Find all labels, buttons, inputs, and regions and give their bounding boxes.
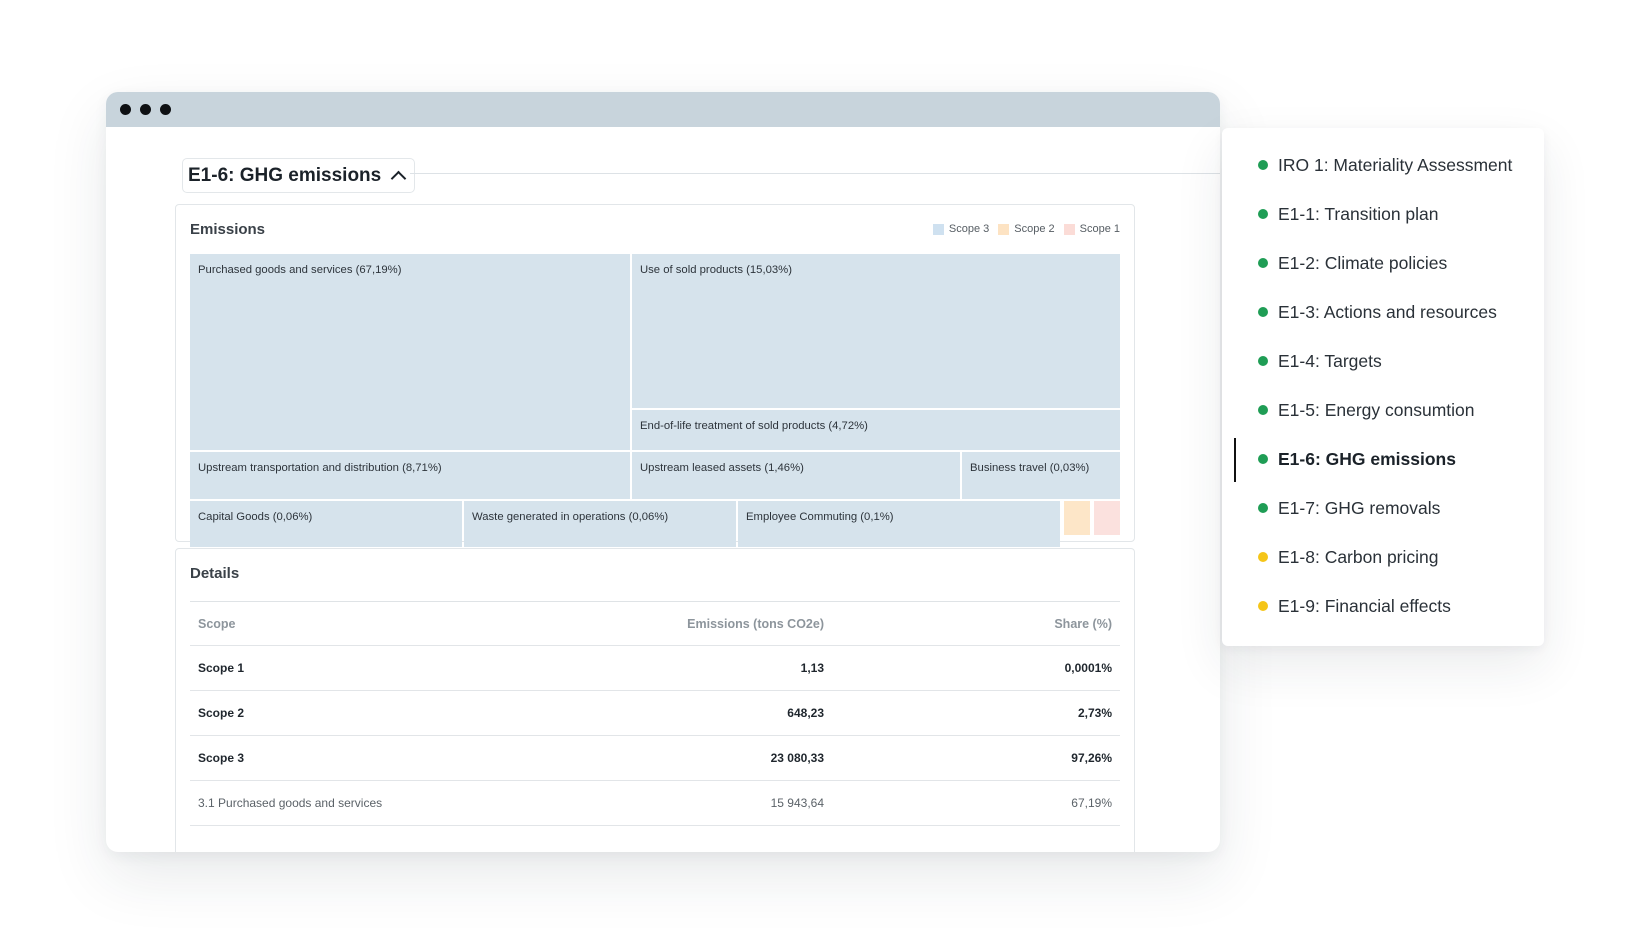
status-dot-icon: [1258, 209, 1268, 219]
treemap-cell-waste-generated[interactable]: Waste generated in operations (0,06%): [464, 501, 736, 547]
status-dot-icon: [1258, 552, 1268, 562]
section-divider: [410, 173, 1220, 174]
legend-swatch-scope-2: [998, 223, 1010, 235]
nav-item-label: E1-4: Targets: [1278, 350, 1382, 371]
treemap-cell-label: Waste generated in operations (0,06%): [472, 511, 669, 523]
chevron-up-icon: [390, 170, 407, 187]
treemap-cell-label: Use of sold products (15,03%): [640, 264, 792, 276]
table-cell-emissions: 648,23: [787, 706, 824, 720]
nav-item-label: E1-6: GHG emissions: [1278, 448, 1456, 469]
nav-item-e1-8[interactable]: E1-8: Carbon pricing: [1258, 542, 1439, 572]
column-header-emissions[interactable]: Emissions (tons CO2e): [610, 602, 824, 645]
treemap-cell-label: End-of-life treatment of sold products (…: [640, 420, 868, 432]
details-table: Scope Emissions (tons CO2e) Share (%) Sc…: [190, 601, 1120, 826]
table-row[interactable]: Scope 3 23 080,33 97,26%: [190, 736, 1120, 781]
emissions-legend: Scope 3 Scope 2 Scope 1: [932, 223, 1120, 235]
status-dot-icon: [1258, 601, 1268, 611]
treemap-cell-label: Employee Commuting (0,1%): [746, 511, 894, 523]
window-titlebar: [106, 92, 1220, 127]
treemap-cell-purchased-goods[interactable]: Purchased goods and services (67,19%): [190, 254, 630, 450]
nav-item-label: IRO 1: Materiality Assessment: [1278, 154, 1513, 175]
treemap-cell-label: Capital Goods (0,06%): [198, 511, 313, 523]
treemap-cell-use-of-sold-products[interactable]: Use of sold products (15,03%): [632, 254, 1120, 408]
nav-item-e1-1[interactable]: E1-1: Transition plan: [1258, 199, 1439, 229]
treemap-cell-end-of-life[interactable]: End-of-life treatment of sold products (…: [632, 410, 1120, 450]
window-minimize-dot[interactable]: [140, 104, 151, 115]
nav-item-label: E1-7: GHG removals: [1278, 497, 1441, 518]
emissions-card: Emissions Scope 3 Scope 2 Scope 1 Purcha…: [175, 204, 1135, 547]
nav-item-label: E1-5: Energy consumtion: [1278, 399, 1475, 420]
status-dot-icon: [1258, 503, 1268, 513]
treemap-cell-employee-commuting[interactable]: Employee Commuting (0,1%): [738, 501, 1060, 547]
nav-item-e1-9[interactable]: E1-9: Financial effects: [1258, 591, 1451, 621]
nav-item-e1-5[interactable]: E1-5: Energy consumtion: [1258, 395, 1475, 425]
active-indicator: [1234, 438, 1236, 482]
legend-label: Scope 3: [948, 223, 990, 235]
table-cell-scope: Scope 1: [198, 661, 245, 675]
nav-item-label: E1-8: Carbon pricing: [1278, 546, 1439, 567]
treemap-cell-capital-goods[interactable]: Capital Goods (0,06%): [190, 501, 462, 547]
status-dot-icon: [1258, 307, 1268, 317]
browser-window: E1-6: GHG emissions Emissions Scope 3 Sc…: [106, 92, 1220, 852]
treemap-cell-label: Purchased goods and services (67,19%): [198, 264, 402, 276]
legend-label: Scope 1: [1079, 223, 1120, 235]
treemap-cell-scope-1[interactable]: [1094, 501, 1120, 535]
treemap-cell-label: Upstream leased assets (1,46%): [640, 462, 804, 474]
nav-item-iro-1[interactable]: IRO 1: Materiality Assessment: [1258, 150, 1512, 180]
nav-item-label: E1-1: Transition plan: [1278, 203, 1439, 224]
nav-item-label: E1-9: Financial effects: [1278, 595, 1451, 616]
section-title: E1-6: GHG emissions: [188, 164, 382, 186]
status-dot-icon: [1258, 258, 1268, 268]
table-header-row: Scope Emissions (tons CO2e) Share (%): [190, 602, 1120, 646]
nav-item-e1-2[interactable]: E1-2: Climate policies: [1258, 248, 1447, 278]
table-cell-emissions: 15 943,64: [770, 796, 824, 810]
treemap-cell-business-travel[interactable]: Business travel (0,03%): [962, 452, 1120, 499]
table-row[interactable]: Scope 2 648,23 2,73%: [190, 691, 1120, 736]
treemap-cell-scope-2[interactable]: [1064, 501, 1090, 535]
nav-item-e1-7[interactable]: E1-7: GHG removals: [1258, 493, 1440, 523]
status-dot-icon: [1258, 405, 1268, 415]
table-cell-scope: Scope 2: [198, 706, 245, 720]
details-card: Details Scope Emissions (tons CO2e) Shar…: [175, 548, 1135, 852]
window-maximize-dot[interactable]: [160, 104, 171, 115]
legend-label: Scope 2: [1014, 223, 1055, 235]
status-dot-icon: [1258, 160, 1268, 170]
status-dot-icon: [1258, 356, 1268, 366]
legend-item-scope-2: Scope 2: [998, 223, 1055, 235]
table-cell-share: 97,26%: [1071, 751, 1112, 765]
table-cell-scope: 3.1 Purchased goods and services: [198, 796, 383, 810]
table-cell-emissions: 23 080,33: [770, 751, 824, 765]
column-header-scope[interactable]: Scope: [198, 602, 236, 645]
nav-item-e1-4[interactable]: E1-4: Targets: [1258, 346, 1382, 376]
table-row[interactable]: Scope 1 1,13 0,0001%: [190, 646, 1120, 691]
treemap-cell-label: Business travel (0,03%): [970, 462, 1090, 474]
nav-item-e1-3[interactable]: E1-3: Actions and resources: [1258, 297, 1497, 327]
table-row[interactable]: 3.1 Purchased goods and services 15 943,…: [190, 781, 1120, 826]
legend-item-scope-3: Scope 3: [932, 223, 990, 235]
treemap-cell-upstream-transportation[interactable]: Upstream transportation and distribution…: [190, 452, 630, 499]
status-dot-icon: [1258, 454, 1268, 464]
legend-item-scope-1: Scope 1: [1063, 223, 1120, 235]
window-close-dot[interactable]: [120, 104, 131, 115]
emissions-title: Emissions: [190, 221, 266, 238]
treemap-cell-label: Upstream transportation and distribution…: [198, 462, 442, 474]
treemap-cell-upstream-leased-assets[interactable]: Upstream leased assets (1,46%): [632, 452, 960, 499]
table-cell-share: 2,73%: [1077, 706, 1112, 720]
emissions-treemap: Purchased goods and services (67,19%) Us…: [190, 254, 1120, 547]
nav-item-e1-6[interactable]: E1-6: GHG emissions: [1258, 444, 1456, 474]
table-cell-share: 0,0001%: [1064, 661, 1112, 675]
legend-swatch-scope-3: [932, 223, 944, 235]
nav-item-label: E1-2: Climate policies: [1278, 252, 1448, 273]
table-cell-scope: Scope 3: [198, 751, 245, 765]
section-navigation: IRO 1: Materiality Assessment E1-1: Tran…: [1222, 128, 1544, 646]
column-header-share[interactable]: Share (%): [980, 602, 1112, 645]
section-toggle[interactable]: E1-6: GHG emissions: [182, 158, 416, 193]
nav-item-label: E1-3: Actions and resources: [1278, 301, 1497, 322]
legend-swatch-scope-1: [1063, 223, 1075, 235]
details-title: Details: [190, 565, 240, 582]
table-cell-emissions: 1,13: [800, 661, 824, 675]
table-cell-share: 67,19%: [1071, 796, 1112, 810]
